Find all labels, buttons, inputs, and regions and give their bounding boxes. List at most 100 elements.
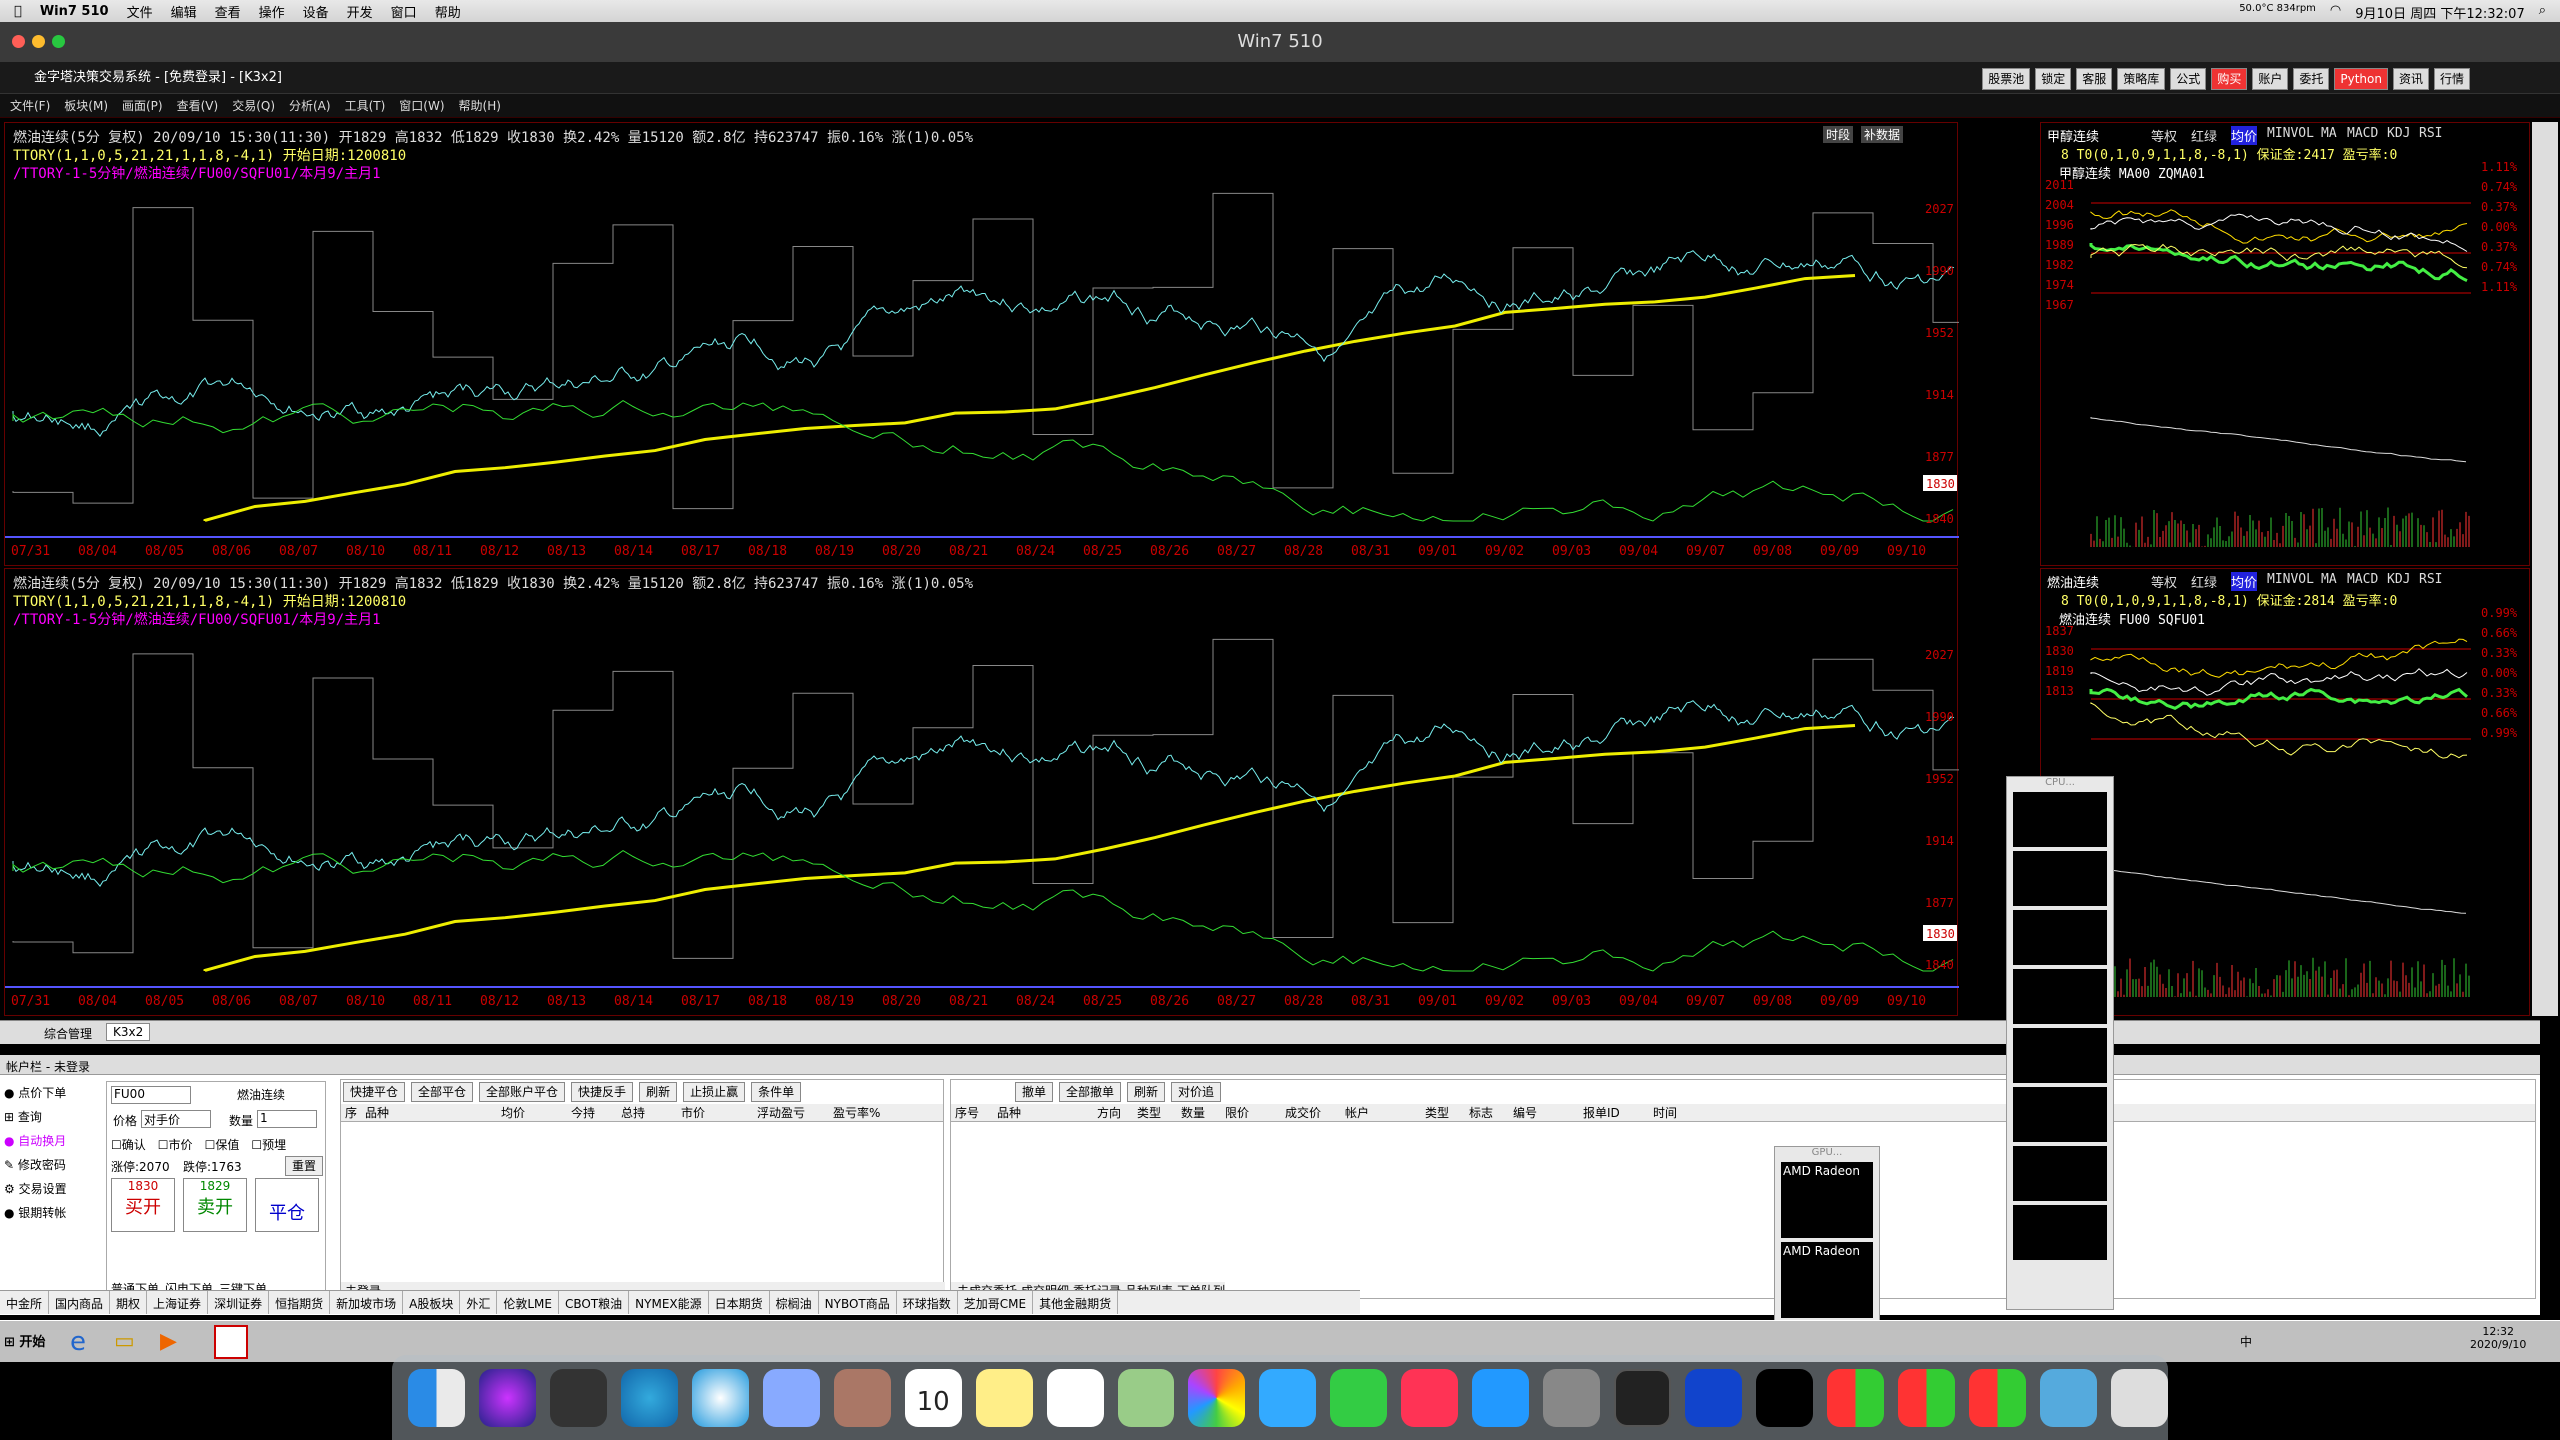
taskbar-clock[interactable]: 12:32 2020/9/10	[2470, 1325, 2526, 1351]
top-button[interactable]: 公式	[2170, 68, 2207, 90]
conditional-order-button[interactable]: 条件单	[751, 1082, 802, 1102]
app-menu-item[interactable]: 窗口(W)	[399, 97, 444, 114]
sell-open-button[interactable]: 1829 卖开	[183, 1178, 247, 1232]
music-icon[interactable]	[1401, 1368, 1459, 1427]
top-button[interactable]: 锁定	[2035, 68, 2072, 90]
top-button[interactable]: 行情	[2433, 68, 2470, 90]
tab-overview[interactable]: 综合管理	[44, 1025, 92, 1042]
col-header[interactable]: 市价	[681, 1104, 757, 1121]
clock[interactable]: 9月10日 周四 下午12:32:07	[2355, 3, 2524, 22]
nav-auto-roll[interactable]: ● 自动换月	[4, 1129, 96, 1153]
menu-app[interactable]: Win7 510	[40, 4, 109, 19]
kline-chart-top[interactable]: 燃油连续(5分 复权) 20/09/10 15:30(11:30) 开1829 …	[4, 122, 1959, 566]
maps-icon[interactable]	[1117, 1368, 1175, 1427]
market-tab[interactable]: NYBOT商品	[819, 1291, 897, 1314]
menu-item[interactable]: 帮助	[435, 2, 461, 21]
market-tab[interactable]: CBOT粮油	[559, 1291, 630, 1314]
market-tab[interactable]: 中金所	[0, 1291, 50, 1314]
quick-reverse-button[interactable]: 快捷反手	[571, 1082, 634, 1102]
close-icon[interactable]	[12, 35, 25, 48]
market-tab[interactable]: NYMEX能源	[629, 1291, 709, 1314]
contacts-icon[interactable]	[833, 1368, 891, 1427]
col-header[interactable]: 类型	[1425, 1104, 1469, 1121]
col-header[interactable]: 成交价	[1285, 1104, 1345, 1121]
col-header[interactable]: 今持	[571, 1104, 621, 1121]
safari-icon[interactable]	[691, 1368, 749, 1427]
close-position-button[interactable]: 平仓	[255, 1178, 319, 1232]
wifi-icon[interactable]: ◠	[2330, 3, 2341, 22]
market-tab[interactable]: 环球指数	[897, 1291, 958, 1314]
col-header[interactable]: 帐户	[1345, 1104, 1425, 1121]
windows-app-icon[interactable]	[1969, 1368, 2026, 1427]
preset-checkbox[interactable]: ☐预埋	[251, 1136, 286, 1153]
gpu-monitor-window[interactable]: GPU... AMD Radeon AMD Radeon	[1774, 1146, 1880, 1332]
facetime-icon[interactable]	[1330, 1368, 1388, 1427]
refresh-button[interactable]: 刷新	[639, 1082, 678, 1102]
tab-k3x2[interactable]: K3x2	[106, 1023, 151, 1041]
start-button[interactable]: ⊞ 开始	[4, 1331, 45, 1350]
side-chart-top[interactable]: 甲醇连续 等权 红绿 均价 MINVOL MA MACD KDJ RSI 8 T…	[2040, 122, 2530, 566]
parallels-icon[interactable]	[1685, 1368, 1743, 1427]
app-menu-item[interactable]: 板块(M)	[64, 97, 108, 114]
col-header[interactable]: 均价	[501, 1104, 571, 1121]
market-tab[interactable]: 其他金融期货	[1033, 1291, 1119, 1314]
col-header[interactable]: 报单ID	[1583, 1104, 1653, 1121]
close-all-button[interactable]: 全部平仓	[411, 1082, 474, 1102]
col-header[interactable]: 序号	[951, 1104, 997, 1121]
nav-trade-settings[interactable]: ⚙ 交易设置	[4, 1177, 96, 1201]
market-tab[interactable]: 棕榈油	[770, 1291, 819, 1314]
col-header[interactable]: 限价	[1225, 1104, 1285, 1121]
col-header[interactable]: 标志	[1469, 1104, 1513, 1121]
app-menu-item[interactable]: 帮助(H)	[459, 97, 501, 114]
qq-icon[interactable]	[1756, 1368, 1814, 1427]
siri-icon[interactable]	[478, 1368, 536, 1427]
photos-icon[interactable]	[1188, 1368, 1246, 1427]
ie-icon[interactable]: e	[70, 1327, 86, 1357]
menu-item[interactable]: 文件	[127, 2, 153, 21]
reminders-icon[interactable]	[1046, 1368, 1104, 1427]
buy-open-button[interactable]: 1830 买开	[111, 1178, 175, 1232]
market-checkbox[interactable]: ☐市价	[158, 1136, 193, 1153]
finder-icon[interactable]	[408, 1368, 465, 1427]
notes-icon[interactable]	[975, 1368, 1033, 1427]
stop-loss-button[interactable]: 止损止赢	[683, 1082, 746, 1102]
price-mode-select[interactable]: 对手价	[141, 1110, 211, 1128]
cancel-order-button[interactable]: 撤单	[1015, 1082, 1054, 1102]
app-menu-item[interactable]: 工具(T)	[345, 97, 386, 114]
market-tab[interactable]: 伦敦LME	[497, 1291, 559, 1314]
messages-icon[interactable]	[1259, 1368, 1317, 1427]
chase-price-button[interactable]: 对价追	[1171, 1082, 1222, 1102]
menu-item[interactable]: 编辑	[171, 2, 197, 21]
col-header[interactable]: 类型	[1137, 1104, 1181, 1121]
close-all-accounts-button[interactable]: 全部账户平仓	[479, 1082, 566, 1102]
mail-icon[interactable]	[762, 1368, 820, 1427]
appstore-icon[interactable]	[1472, 1368, 1530, 1427]
refresh-orders-button[interactable]: 刷新	[1127, 1082, 1166, 1102]
menu-item[interactable]: 开发	[347, 2, 373, 21]
media-icon[interactable]: ▶	[160, 1329, 177, 1354]
menu-item[interactable]: 查看	[215, 2, 241, 21]
app-taskbar-icon[interactable]	[214, 1325, 248, 1359]
market-tab[interactable]: 日本期货	[709, 1291, 770, 1314]
qty-input[interactable]: 1	[257, 1110, 317, 1128]
menu-item[interactable]: 设备	[303, 2, 329, 21]
top-button[interactable]: 账户	[2252, 68, 2289, 90]
market-tab[interactable]: A股板块	[403, 1291, 461, 1314]
col-header[interactable]: 盈亏率%	[833, 1104, 903, 1121]
top-button[interactable]: 资讯	[2392, 68, 2429, 90]
nav-query[interactable]: ⊞ 查询	[4, 1105, 96, 1129]
apple-icon[interactable]: 	[14, 4, 22, 19]
market-tab[interactable]: 新加坡市场	[330, 1291, 404, 1314]
launchpad-icon[interactable]	[549, 1368, 607, 1427]
hedge-checkbox[interactable]: ☐保值	[205, 1136, 240, 1153]
market-tab[interactable]: 期权	[110, 1291, 148, 1314]
app-menu-item[interactable]: 分析(A)	[289, 97, 331, 114]
app-menu-item[interactable]: 文件(F)	[10, 97, 50, 114]
top-button[interactable]: 委托	[2293, 68, 2330, 90]
nav-bank-transfer[interactable]: ● 银期转帐	[4, 1201, 96, 1225]
windows-app-icon[interactable]	[1898, 1368, 1956, 1427]
nav-quick-order[interactable]: ● 点价下单	[4, 1081, 96, 1105]
market-tab[interactable]: 上海证券	[147, 1291, 209, 1314]
market-tab[interactable]: 国内商品	[49, 1291, 111, 1314]
cancel-all-button[interactable]: 全部撤单	[1059, 1082, 1122, 1102]
